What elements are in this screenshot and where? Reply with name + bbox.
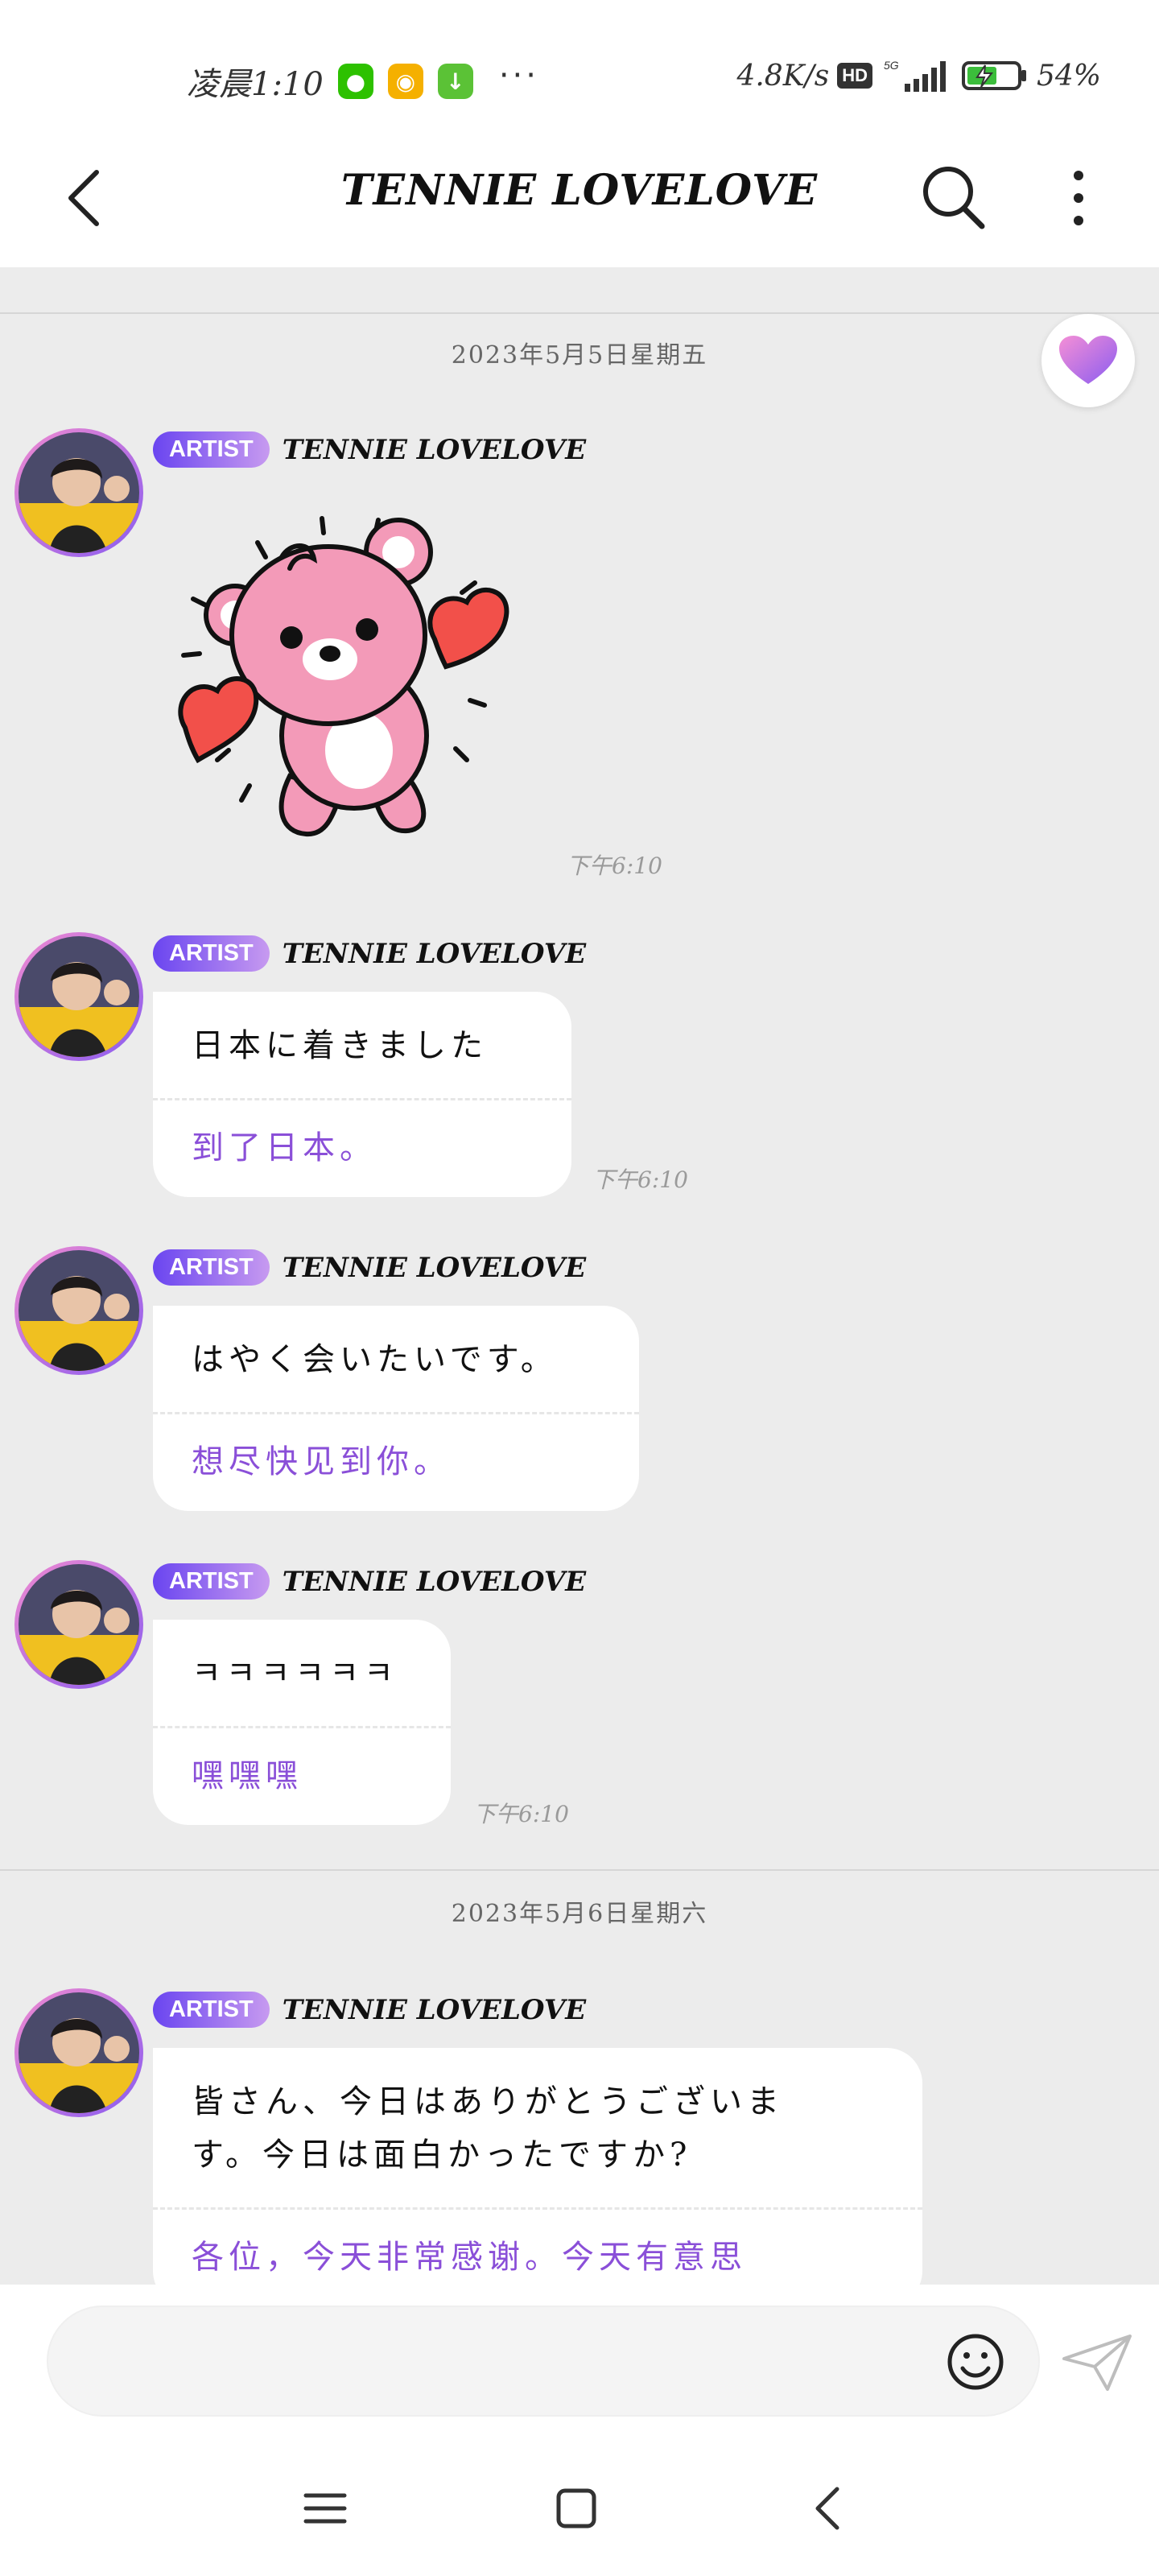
system-navigation-bar [0, 2431, 1159, 2576]
artist-badge: ARTIST [153, 935, 270, 972]
message-original-line: 皆さん、今日はありがとうございま [192, 2083, 784, 2120]
more-menu-button[interactable] [1038, 155, 1119, 235]
message-time: 下午6:10 [473, 1801, 569, 1827]
square-icon [556, 2488, 596, 2529]
sender-row: ARTIST TENNIE LOVELOVE [153, 431, 586, 468]
artist-photo [19, 432, 139, 553]
avatar[interactable] [14, 1560, 143, 1689]
heart-button[interactable] [1041, 314, 1135, 407]
avatar[interactable] [14, 1246, 143, 1375]
artist-photo [19, 936, 139, 1057]
message-translation: 嘿嘿嘿 [192, 1757, 303, 1794]
weibo-icon: ◉ [387, 64, 423, 99]
sender-name: TENNIE LOVELOVE [282, 1251, 587, 1284]
heart-icon [1059, 336, 1117, 384]
message-translation: 想尽快见到你。 [192, 1443, 451, 1480]
avatar[interactable] [14, 932, 143, 1061]
chat-area[interactable]: 2023年5月5日星期五 ARTIST TENNIE LOVELOVE 下午6:… [0, 267, 1159, 2285]
artist-photo [19, 1992, 139, 2113]
hd-badge: HD [837, 63, 872, 89]
artist-badge: ARTIST [153, 1563, 270, 1600]
download-icon: ↓ [437, 64, 473, 99]
message-bubble[interactable]: 皆さん、今日はありがとうございま す。今日は面白かったですか? 各位，今天非常感… [153, 2048, 922, 2285]
message-original-line: す。今日は面白かったですか? [192, 2136, 692, 2174]
send-button[interactable] [1059, 2330, 1136, 2394]
date-divider [0, 312, 1159, 314]
artist-badge: ARTIST [153, 1992, 270, 2028]
send-icon [1062, 2334, 1132, 2391]
search-button[interactable] [913, 155, 993, 235]
message-input[interactable] [47, 2306, 1040, 2417]
avatar[interactable] [14, 1988, 143, 2117]
battery-percent: 54% [1036, 59, 1101, 93]
status-time: 凌晨1:10 [187, 66, 324, 103]
composer [0, 2285, 1159, 2431]
artist-badge: ARTIST [153, 431, 270, 468]
home-button[interactable] [544, 2476, 608, 2541]
message-bubble[interactable]: 日本に着きました 到了日本。 [153, 992, 571, 1197]
message-time: 下午6:10 [592, 1166, 688, 1193]
avatar[interactable] [14, 428, 143, 557]
wechat-icon: ● [337, 64, 373, 99]
message-bubble[interactable]: はやく会いたいです。 想尽快见到你。 [153, 1306, 639, 1511]
message-bubble[interactable]: ㅋㅋㅋㅋㅋㅋ 嘿嘿嘿 [153, 1620, 451, 1825]
status-left: 凌晨1:10 ● ◉ ↓ ··· [187, 57, 539, 105]
sender-row: ARTIST TENNIE LOVELOVE [153, 1563, 586, 1600]
sender-row: ARTIST TENNIE LOVELOVE [153, 935, 586, 972]
message-translation: 到了日本。 [192, 1129, 377, 1166]
message-original: ㅋㅋㅋㅋㅋㅋ [192, 1655, 398, 1692]
artist-photo [19, 1250, 139, 1371]
more-notifications-icon: ··· [498, 57, 539, 94]
sender-row: ARTIST TENNIE LOVELOVE [153, 1992, 586, 2028]
smiley-icon [947, 2334, 1004, 2390]
menu-icon [303, 2493, 347, 2524]
message-time: 下午6:10 [567, 852, 662, 879]
chevron-left-icon [815, 2487, 839, 2530]
more-vertical-icon [1074, 171, 1083, 225]
signal-icon: 5G [884, 59, 946, 92]
sender-name: TENNIE LOVELOVE [282, 433, 587, 466]
recent-apps-button[interactable] [293, 2476, 357, 2541]
pink-bear-sticker[interactable] [169, 494, 547, 873]
sender-row: ARTIST TENNIE LOVELOVE [153, 1249, 586, 1286]
sender-name: TENNIE LOVELOVE [282, 1993, 587, 2026]
status-bar: 凌晨1:10 ● ◉ ↓ ··· 4.8K/s HD 5G 54% [0, 0, 1159, 137]
battery-icon [961, 61, 1026, 90]
date-divider [0, 1869, 1159, 1871]
emoji-button[interactable] [943, 2330, 1008, 2394]
message-original: 皆さん、今日はありがとうございま す。今日は面白かったですか? [153, 2048, 922, 2207]
artist-photo [19, 1564, 139, 1685]
system-back-button[interactable] [797, 2476, 861, 2541]
status-right: 4.8K/s HD 5G 54% [736, 58, 1101, 93]
search-icon [923, 167, 985, 229]
network-speed: 4.8K/s [736, 59, 830, 93]
message-translation: 各位，今天非常感谢。今天有意思 [192, 2239, 747, 2276]
message-original: はやく会いたいです。 [192, 1341, 558, 1378]
artist-badge: ARTIST [153, 1249, 270, 1286]
network-type: 5G [884, 59, 899, 72]
sender-name: TENNIE LOVELOVE [282, 937, 587, 970]
date-label: 2023年5月5日星期五 [451, 341, 708, 369]
message-original: 日本に着きました [192, 1027, 488, 1064]
date-label: 2023年5月6日星期六 [451, 1900, 708, 1928]
chat-header: TENNIE LOVELOVE [0, 137, 1159, 267]
sender-name: TENNIE LOVELOVE [282, 1565, 587, 1598]
